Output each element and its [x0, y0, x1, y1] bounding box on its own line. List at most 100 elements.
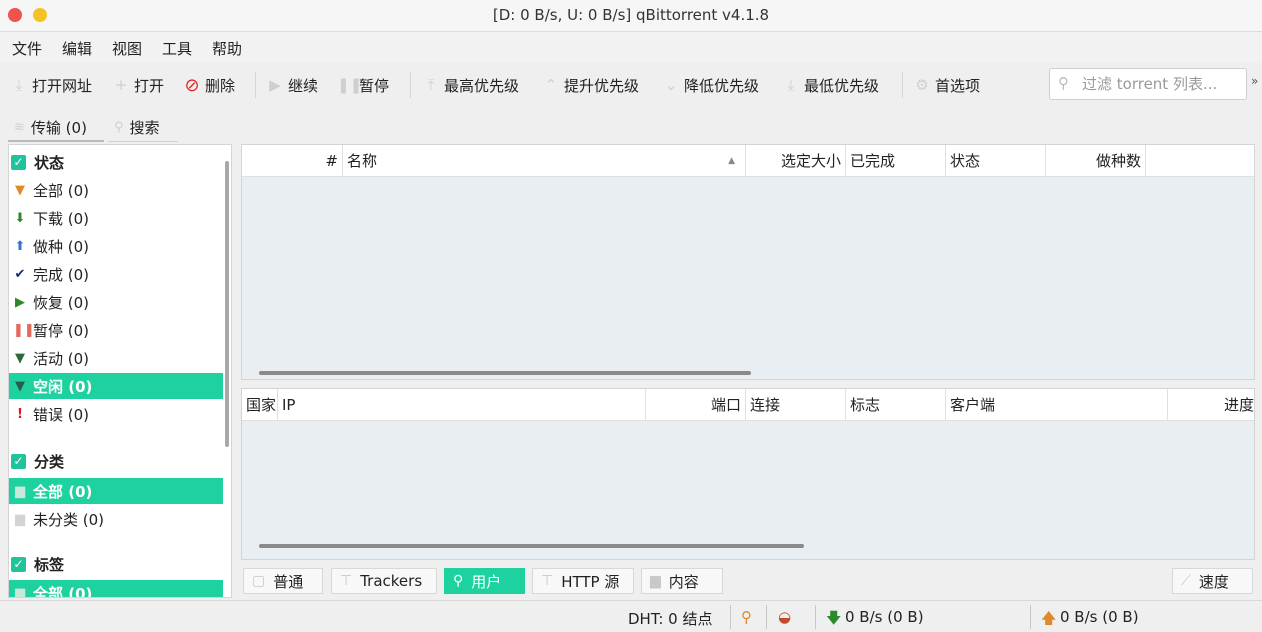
- top-priority-label: 最高优先级: [444, 76, 520, 95]
- options-button[interactable]: ⚙ 首选项: [913, 74, 980, 96]
- category-section-header[interactable]: ✓ 分类: [11, 447, 223, 475]
- status-section-header[interactable]: ✓ 状态: [11, 148, 223, 176]
- folder-icon: ▆: [650, 573, 661, 589]
- status-filter-label: 错误 (0): [33, 405, 90, 424]
- delete-button[interactable]: ⊘ 删除: [183, 74, 235, 96]
- connection-status-icon[interactable]: ⚲: [741, 608, 752, 626]
- folder-icon: ▆: [15, 585, 25, 598]
- menu-file[interactable]: 文件: [12, 38, 42, 59]
- column-status[interactable]: 状态: [946, 145, 1046, 177]
- tab-general[interactable]: ▢ 普通: [243, 568, 323, 594]
- delete-label: 删除: [205, 76, 236, 95]
- status-filter-item[interactable]: ⬇ 下载 (0): [9, 205, 223, 231]
- search-icon: ⚲: [453, 573, 464, 589]
- tracker-icon: ⊤: [340, 573, 353, 589]
- options-label: 首选项: [935, 76, 981, 95]
- decrease-priority-label: 降低优先级: [684, 76, 760, 95]
- status-filter-item[interactable]: ▼ 全部 (0): [9, 177, 223, 203]
- status-filter-item[interactable]: ❚❚ 暂停 (0): [9, 317, 223, 343]
- decrease-priority-button[interactable]: ⌄ 降低优先级: [662, 74, 759, 96]
- torrent-list-body[interactable]: [242, 177, 1254, 379]
- tag-item-all[interactable]: ▆ 全部 (0): [9, 580, 223, 598]
- tab-content[interactable]: ▆ 内容: [641, 568, 723, 594]
- tag-section-header[interactable]: ✓ 标签: [11, 550, 223, 578]
- status-filter-label: 做种 (0): [33, 237, 90, 256]
- toolbar-overflow-icon[interactable]: »: [1251, 74, 1258, 88]
- menu-edit[interactable]: 编辑: [62, 38, 92, 59]
- link-icon: ⤓: [15, 76, 23, 94]
- column-progress[interactable]: 进度: [1168, 389, 1254, 421]
- open-button[interactable]: + 打开: [112, 74, 164, 96]
- checkbox-checked-icon[interactable]: ✓: [11, 154, 26, 170]
- no-entry-icon: ⊘: [184, 74, 200, 96]
- tab-http-sources-label: HTTP 源: [561, 572, 620, 591]
- category-item-uncategorized[interactable]: ▆ 未分类 (0): [9, 506, 223, 532]
- menu-help[interactable]: 帮助: [212, 38, 242, 59]
- tab-general-label: 普通: [273, 572, 304, 591]
- sidebar-scrollbar[interactable]: [225, 161, 229, 447]
- filter-torrent-search[interactable]: ⚲: [1049, 68, 1247, 100]
- column-name-label: 名称: [347, 152, 378, 170]
- torrent-list-hscrollbar[interactable]: [259, 371, 751, 375]
- column-name[interactable]: 名称 ▲: [343, 145, 746, 177]
- status-separator: [766, 605, 767, 629]
- status-filter-item[interactable]: ▼ 活动 (0): [9, 345, 223, 371]
- tab-search[interactable]: ⚲ 搜索: [108, 114, 178, 142]
- pause-button[interactable]: ❚❚ 暂停: [337, 74, 389, 96]
- column-flags[interactable]: 标志: [846, 389, 946, 421]
- bottom-priority-button[interactable]: ⤓ 最低优先级: [782, 74, 879, 96]
- bottom-priority-icon: ⤓: [787, 76, 795, 94]
- filter-torrent-input[interactable]: [1082, 73, 1242, 95]
- status-filter-label: 活动 (0): [33, 349, 90, 368]
- peer-list-body[interactable]: [242, 421, 1254, 559]
- column-port[interactable]: 端口: [646, 389, 746, 421]
- column-connection[interactable]: 连接: [746, 389, 846, 421]
- tab-content-label: 内容: [668, 572, 699, 591]
- peer-list-hscrollbar[interactable]: [259, 544, 804, 548]
- tab-search-label: 搜索: [129, 119, 160, 137]
- tab-http-sources[interactable]: ⊤ HTTP 源: [532, 568, 634, 594]
- column-client[interactable]: 客户端: [946, 389, 1168, 421]
- column-number[interactable]: #: [242, 145, 343, 177]
- column-selected-size[interactable]: 选定大小: [746, 145, 846, 177]
- search-icon: ⚲: [1058, 74, 1069, 92]
- status-filter-item[interactable]: ✔ 完成 (0): [9, 261, 223, 287]
- checkbox-checked-icon[interactable]: ✓: [11, 556, 26, 572]
- tag-item-label: 全部 (0): [33, 584, 93, 598]
- status-filter-item[interactable]: ! 错误 (0): [9, 401, 223, 427]
- tab-trackers[interactable]: ⊤ Trackers: [331, 568, 437, 594]
- resume-button[interactable]: ▶ 继续: [266, 74, 318, 96]
- chart-icon: ⟋: [1181, 573, 1191, 589]
- checkbox-checked-icon[interactable]: ✓: [11, 453, 26, 469]
- server-icon: ⊤: [541, 573, 554, 589]
- upload-arrow-icon: 🡅: [1041, 609, 1057, 627]
- tab-transfer[interactable]: ≋ 传输 (0): [8, 114, 104, 142]
- open-label: 打开: [134, 76, 165, 95]
- speed-limit-icon[interactable]: ◒: [778, 608, 791, 626]
- menu-view[interactable]: 视图: [112, 38, 142, 59]
- folder-icon: ▆: [15, 511, 25, 527]
- increase-priority-button[interactable]: ⌃ 提升优先级: [542, 74, 639, 96]
- column-ip[interactable]: IP: [278, 389, 646, 421]
- column-country[interactable]: 国家: [242, 389, 278, 421]
- category-item-all[interactable]: ▆ 全部 (0): [9, 478, 223, 504]
- tab-peers[interactable]: ⚲ 用户: [444, 568, 525, 594]
- wifi-icon: ≋: [14, 119, 25, 135]
- status-section-label: 状态: [34, 153, 65, 172]
- column-done[interactable]: 已完成: [846, 145, 946, 177]
- download-arrow-icon: ⬇: [14, 210, 26, 226]
- open-url-button[interactable]: ⤓ 打开网址: [10, 74, 92, 96]
- status-filter-item[interactable]: ⬆ 做种 (0): [9, 233, 223, 259]
- status-filter-item[interactable]: ▼ 空闲 (0): [9, 373, 223, 399]
- chevron-down-icon: ⌄: [664, 76, 678, 94]
- tab-speed[interactable]: ⟋ 速度: [1172, 568, 1253, 594]
- category-section-label: 分类: [34, 452, 65, 471]
- status-filter-label: 下载 (0): [33, 209, 90, 228]
- column-seeds[interactable]: 做种数: [1046, 145, 1146, 177]
- menu-tools[interactable]: 工具: [162, 38, 192, 59]
- top-priority-button[interactable]: ⤒ 最高优先级: [422, 74, 519, 96]
- download-speed[interactable]: 0 B/s (0 B): [845, 608, 924, 626]
- status-filter-label: 暂停 (0): [33, 321, 90, 340]
- upload-speed[interactable]: 0 B/s (0 B): [1060, 608, 1139, 626]
- status-filter-item[interactable]: ▶ 恢复 (0): [9, 289, 223, 315]
